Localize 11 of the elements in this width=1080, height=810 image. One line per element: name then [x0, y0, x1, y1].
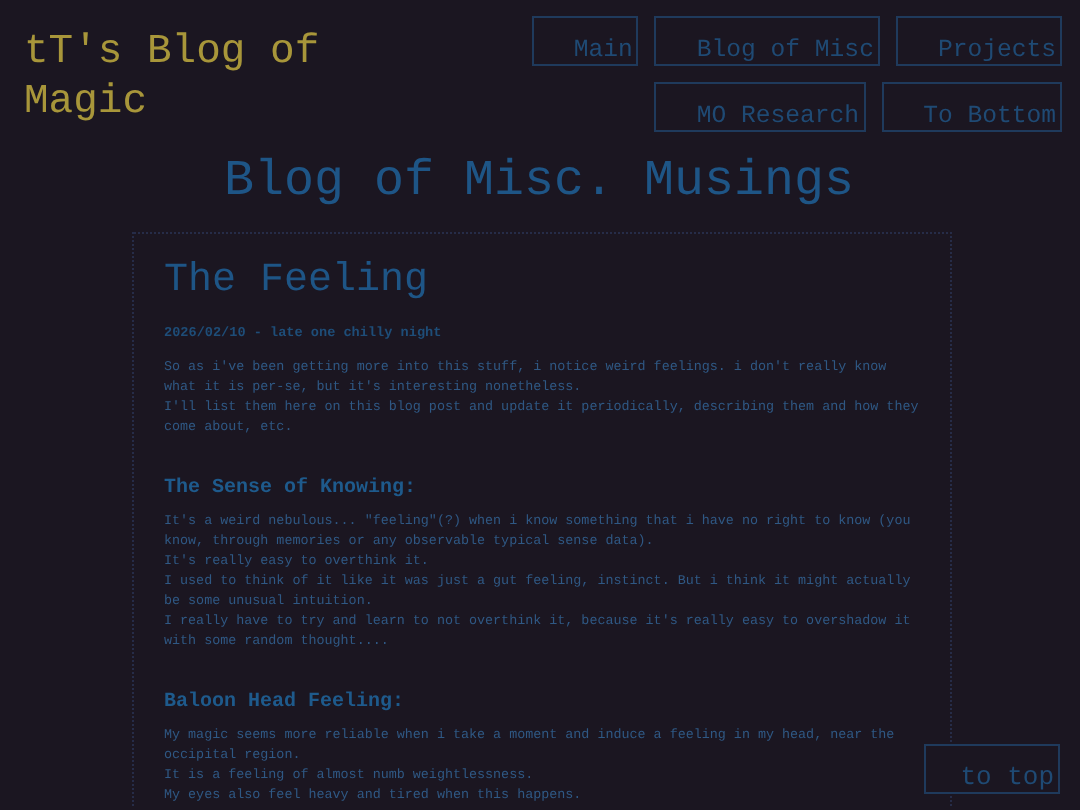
nav-link[interactable]: Projects [895, 16, 1062, 66]
post-title: The Feeling [164, 258, 431, 306]
section-heading: Baloon Head Feeling: [164, 690, 407, 718]
nav-link[interactable]: Blog of Misc [654, 16, 880, 66]
nav-link[interactable]: Main [531, 16, 639, 66]
nav-link[interactable]: MO Research [654, 82, 866, 132]
nav-link[interactable]: To Bottom [881, 82, 1062, 132]
to-top-link[interactable]: to top [924, 744, 1060, 794]
section-heading: The Sense of Knowing: [164, 476, 419, 504]
page-heading: Blog of Misc. Musings [221, 152, 857, 212]
site-title: tT's Blog of Magic [24, 28, 322, 128]
